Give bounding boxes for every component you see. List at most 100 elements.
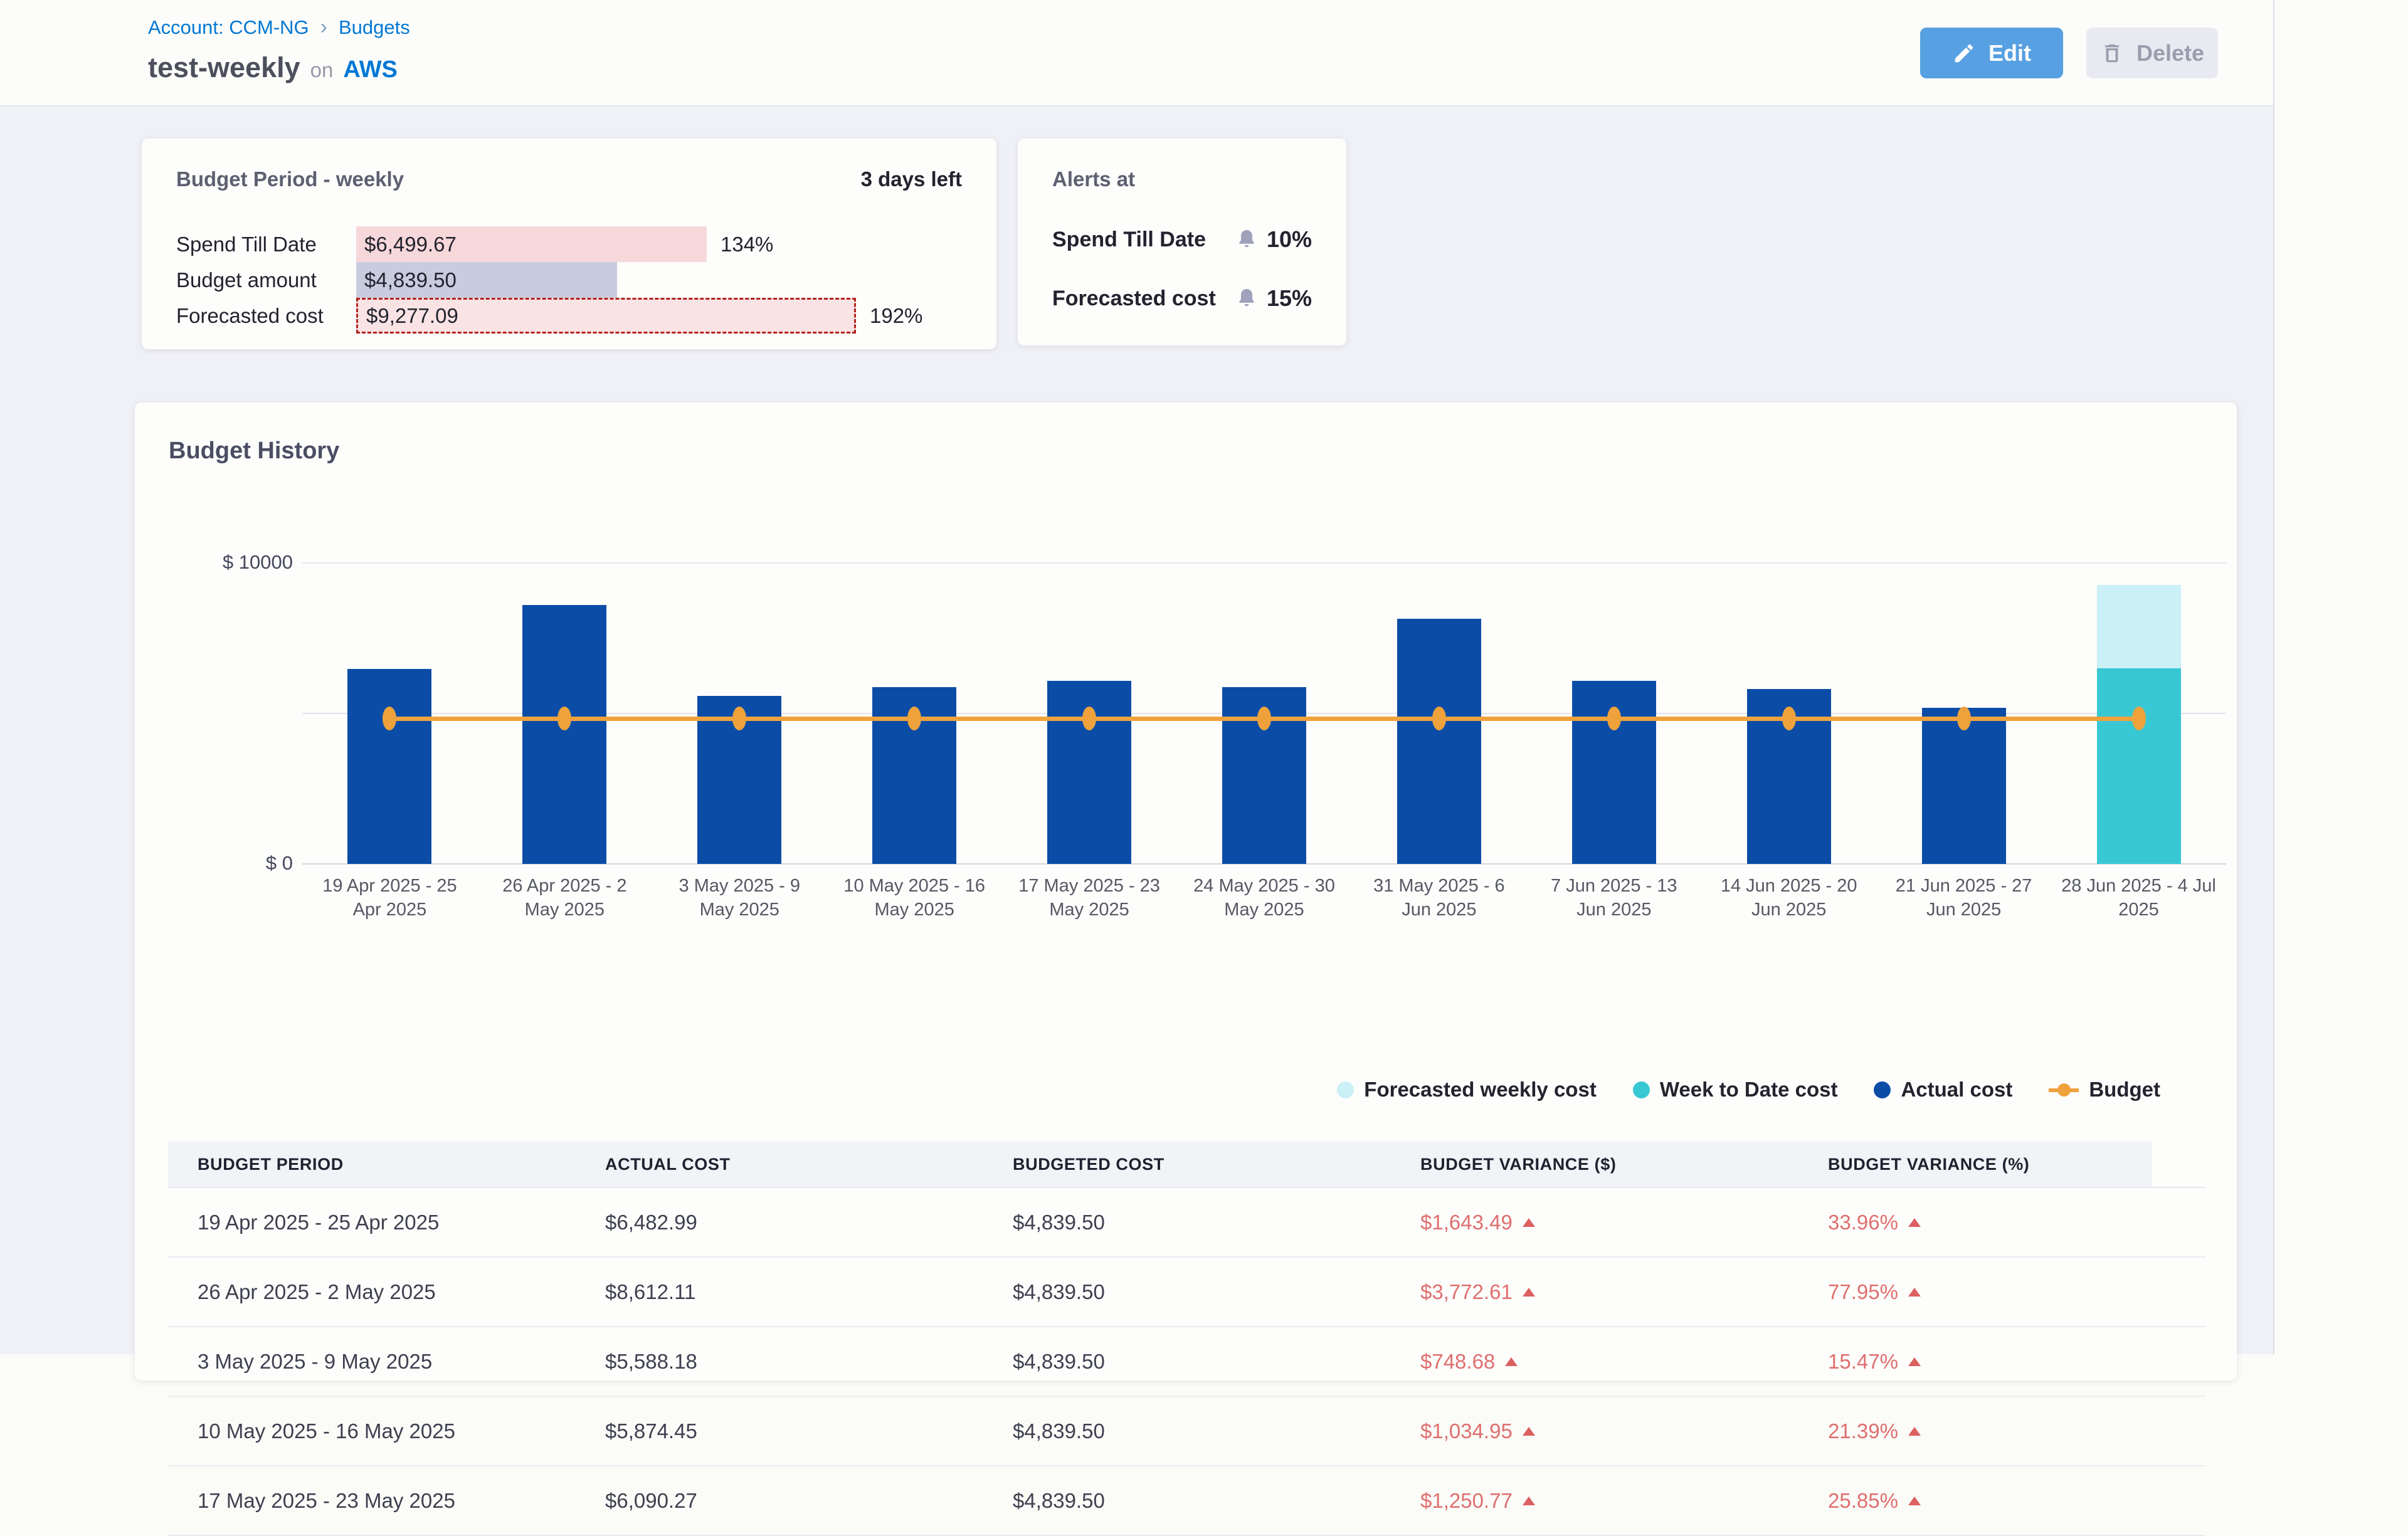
budget-history-table: BUDGET PERIODACTUAL COSTBUDGETED COSTBUD…	[168, 1142, 2205, 1536]
chart-slot: 14 Jun 2025 - 20 Jun 2025	[1701, 563, 1876, 864]
bell-icon	[1235, 287, 1258, 310]
legend-item[interactable]: Actual cost	[1874, 1078, 2012, 1102]
x-axis-label: 31 May 2025 - 6 Jun 2025	[1361, 874, 1518, 922]
budget-line-marker[interactable]	[907, 707, 921, 730]
chart-slot: 31 May 2025 - 6 Jun 2025	[1351, 563, 1526, 864]
actual-cost-bar[interactable]	[522, 605, 606, 864]
budget-period-rows: Spend Till Date $6,499.67 134% Budget am…	[176, 226, 962, 334]
variance-up-icon	[1523, 1497, 1535, 1505]
cell-budget-period: 19 Apr 2025 - 25 Apr 2025	[168, 1211, 576, 1234]
chart-slot: 21 Jun 2025 - 27 Jun 2025	[1876, 563, 2051, 864]
cell-budget-variance-pct: 21.39%	[1798, 1419, 2205, 1443]
breadcrumb-account-link[interactable]: Account: CCM-NG	[148, 16, 309, 39]
forecasted-cost-bar: $9,277.09	[356, 298, 856, 334]
budget-line-marker[interactable]	[1957, 707, 1971, 730]
days-left-text: 3 days left	[861, 167, 962, 191]
page-header: Account: CCM-NG › Budgets test-weekly on…	[0, 0, 2273, 107]
breadcrumb-budgets-link[interactable]: Budgets	[339, 16, 410, 39]
variance-up-icon	[1523, 1288, 1535, 1297]
actual-cost-bar[interactable]	[1922, 708, 2006, 864]
legend-item[interactable]: Forecasted weekly cost	[1337, 1078, 1597, 1102]
variance-up-icon	[1908, 1218, 1921, 1227]
cell-budgeted-cost: $4,839.50	[983, 1280, 1391, 1304]
alert-forecast-threshold: 15%	[1267, 285, 1312, 312]
x-axis-label: 17 May 2025 - 23 May 2025	[1011, 874, 1168, 922]
table-header-cell: BUDGET VARIANCE ($)	[1391, 1155, 1798, 1174]
x-axis-label: 7 Jun 2025 - 13 Jun 2025	[1536, 874, 1692, 922]
cell-budget-variance-usd: $3,772.61	[1391, 1280, 1798, 1304]
table-header-cell: BUDGET VARIANCE (%)	[1798, 1155, 2205, 1174]
legend-item[interactable]: Budget	[2049, 1078, 2160, 1102]
alerts-card-title: Alerts at	[1052, 167, 1135, 191]
budget-line-marker[interactable]	[1257, 707, 1271, 730]
cell-budget-variance-usd: $1,643.49	[1391, 1211, 1798, 1234]
chart-plot-area: 19 Apr 2025 - 25 Apr 202526 Apr 2025 - 2…	[302, 563, 2226, 864]
variance-up-icon	[1505, 1357, 1518, 1366]
bell-icon	[1235, 228, 1258, 251]
y-axis-label-max: $ 10000	[199, 551, 293, 574]
x-axis-label: 19 Apr 2025 - 25 Apr 2025	[311, 874, 468, 922]
edit-button-label: Edit	[1988, 40, 2031, 66]
legend-label: Forecasted weekly cost	[1364, 1078, 1597, 1102]
breadcrumb: Account: CCM-NG › Budgets	[148, 15, 410, 39]
cell-budget-variance-pct: 25.85%	[1798, 1489, 2205, 1513]
x-axis-label: 3 May 2025 - 9 May 2025	[661, 874, 818, 922]
budget-line-marker[interactable]	[2132, 707, 2146, 730]
table-body: 19 Apr 2025 - 25 Apr 2025$6,482.99$4,839…	[168, 1188, 2205, 1536]
chart-slot: 10 May 2025 - 16 May 2025	[827, 563, 1002, 864]
legend-item[interactable]: Week to Date cost	[1633, 1078, 1838, 1102]
x-axis-label: 26 Apr 2025 - 2 May 2025	[486, 874, 643, 922]
budget-amount-bar: $4,839.50	[356, 262, 617, 298]
table-header-cell: BUDGET PERIOD	[168, 1155, 576, 1174]
table-header-row: BUDGET PERIODACTUAL COSTBUDGETED COSTBUD…	[168, 1142, 2205, 1188]
spend-till-date-row: Spend Till Date $6,499.67 134%	[176, 226, 962, 262]
legend-label: Actual cost	[1901, 1078, 2012, 1102]
forecasted-cost-row: Forecasted cost $9,277.09 192%	[176, 298, 962, 334]
chart-slot: 26 Apr 2025 - 2 May 2025	[477, 563, 652, 864]
cell-budgeted-cost: $4,839.50	[983, 1211, 1391, 1234]
table-row: 17 May 2025 - 23 May 2025$6,090.27$4,839…	[168, 1466, 2205, 1536]
cell-budget-variance-pct: 33.96%	[1798, 1211, 2205, 1234]
cell-budget-variance-usd: $1,034.95	[1391, 1419, 1798, 1443]
spend-till-date-bar: $6,499.67	[356, 226, 707, 262]
budget-line-marker[interactable]	[1432, 707, 1446, 730]
actual-cost-bar[interactable]	[347, 669, 431, 864]
budget-line-marker[interactable]	[732, 707, 746, 730]
cell-actual-cost: $5,588.18	[576, 1350, 983, 1374]
budget-line-marker[interactable]	[383, 707, 396, 730]
cell-budget-period: 26 Apr 2025 - 2 May 2025	[168, 1280, 576, 1304]
pencil-icon	[1952, 41, 1976, 65]
cell-actual-cost: $6,482.99	[576, 1211, 983, 1234]
chart-legend: Forecasted weekly cost Week to Date cost A…	[169, 1078, 2203, 1102]
forecasted-weekly-cost-swatch	[1337, 1081, 1354, 1098]
budget-line-marker[interactable]	[1082, 707, 1096, 730]
cell-budget-variance-pct: 77.95%	[1798, 1280, 2205, 1304]
budget-line-marker[interactable]	[1782, 707, 1796, 730]
budget-line-swatch	[2049, 1081, 2079, 1098]
x-axis-label: 24 May 2025 - 30 May 2025	[1186, 874, 1343, 922]
spend-till-date-label: Spend Till Date	[176, 233, 356, 256]
cell-budget-variance-pct: 15.47%	[1798, 1350, 2205, 1374]
budget-line-marker[interactable]	[557, 707, 571, 730]
cell-budgeted-cost: $4,839.50	[983, 1350, 1391, 1374]
table-row: 10 May 2025 - 16 May 2025$5,874.45$4,839…	[168, 1397, 2205, 1466]
edit-button[interactable]: Edit	[1920, 28, 2063, 78]
budget-amount-label: Budget amount	[176, 268, 356, 292]
budget-line-marker[interactable]	[1607, 707, 1621, 730]
variance-up-icon	[1908, 1288, 1921, 1297]
week-to-date-cost-bar[interactable]	[2097, 668, 2181, 864]
actual-cost-swatch	[1874, 1081, 1891, 1098]
platform-label: AWS	[343, 56, 398, 83]
title-row: test-weekly on AWS	[148, 51, 398, 84]
cell-budget-period: 3 May 2025 - 9 May 2025	[168, 1350, 576, 1374]
cell-budget-variance-usd: $1,250.77	[1391, 1489, 1798, 1513]
budget-history-chart: $ 10000 $ 0 19 Apr 2025 - 25 Apr 202526 …	[169, 496, 2203, 1004]
cell-actual-cost: $6,090.27	[576, 1489, 983, 1513]
y-axis-label-zero: $ 0	[199, 852, 293, 875]
delete-button[interactable]: Delete	[2086, 28, 2218, 78]
budget-period-card-title: Budget Period - weekly	[176, 167, 404, 191]
budget-amount-row: Budget amount $4,839.50	[176, 262, 962, 298]
actual-cost-bar[interactable]	[1397, 619, 1481, 864]
alert-spend-threshold: 10%	[1267, 226, 1312, 253]
budget-history-card: Budget History $ 10000 $ 0 19 Apr 2025 -…	[135, 402, 2237, 1381]
